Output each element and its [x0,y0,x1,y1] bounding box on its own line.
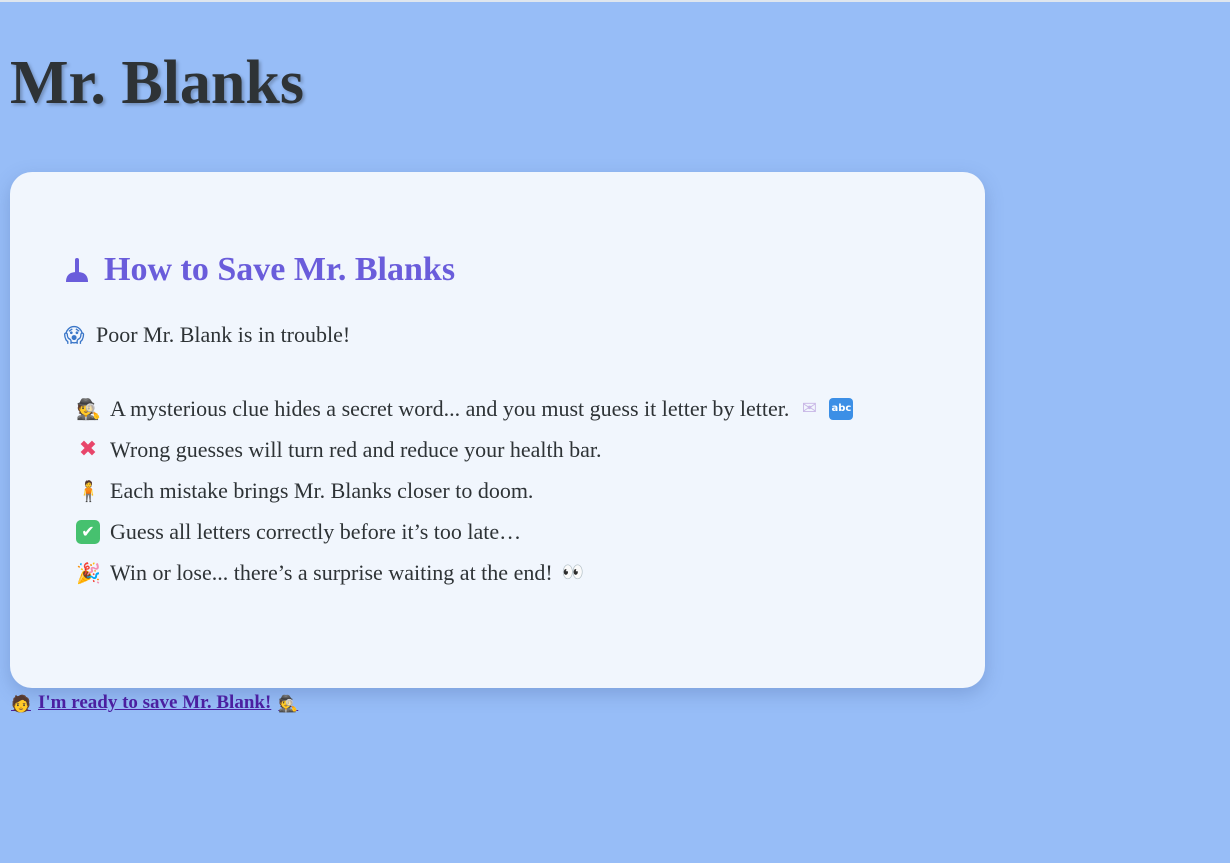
rule-text: Win or lose... there’s a surprise waitin… [110,559,553,585]
eyes-icon: 👀 [561,561,584,583]
cross-mark-icon: ✖ [78,436,98,462]
rules-list: 🕵 A mysterious clue hides a secret word.… [76,382,854,599]
rule-item: 🎉 Win or lose... there’s a surprise wait… [76,546,853,599]
instructions-card: How to Save Mr. Blanks 😱 Poor Mr. Blank … [10,172,985,688]
standing-person-icon: 🧍 [76,478,101,503]
start-game-link[interactable]: 🧑 I'm ready to save Mr. Blank! 🕵 [10,692,299,714]
abc-icon: abc [829,397,854,420]
page-title: Mr. Blanks [10,49,305,117]
envelope-icon: ✉ [801,397,817,419]
rule-text: Each mistake brings Mr. Blanks closer to… [110,477,534,503]
start-game-link-label: I'm ready to save Mr. Blank! [38,692,272,713]
party-popper-icon: 🎉 [76,560,101,585]
detective-icon: 🕵 [278,693,299,713]
rule-text: A mysterious clue hides a secret word...… [110,395,790,421]
rule-text: Wrong guesses will turn red and reduce y… [110,436,602,462]
card-heading-text: How to Save Mr. Blanks [104,251,456,288]
rule-text: Guess all letters correctly before it’s … [110,518,522,544]
screaming-face-icon: 😱 [63,323,85,348]
detective-icon: 🕵 [76,396,101,421]
intro-text-line: 😱 Poor Mr. Blank is in trouble! [62,322,351,348]
card-heading: How to Save Mr. Blanks [62,250,455,289]
person-icon: 🧑 [11,693,31,713]
intro-text: Poor Mr. Blank is in trouble! [96,322,351,347]
plunger-icon [66,257,88,282]
check-mark-icon: ✔ [76,519,100,544]
